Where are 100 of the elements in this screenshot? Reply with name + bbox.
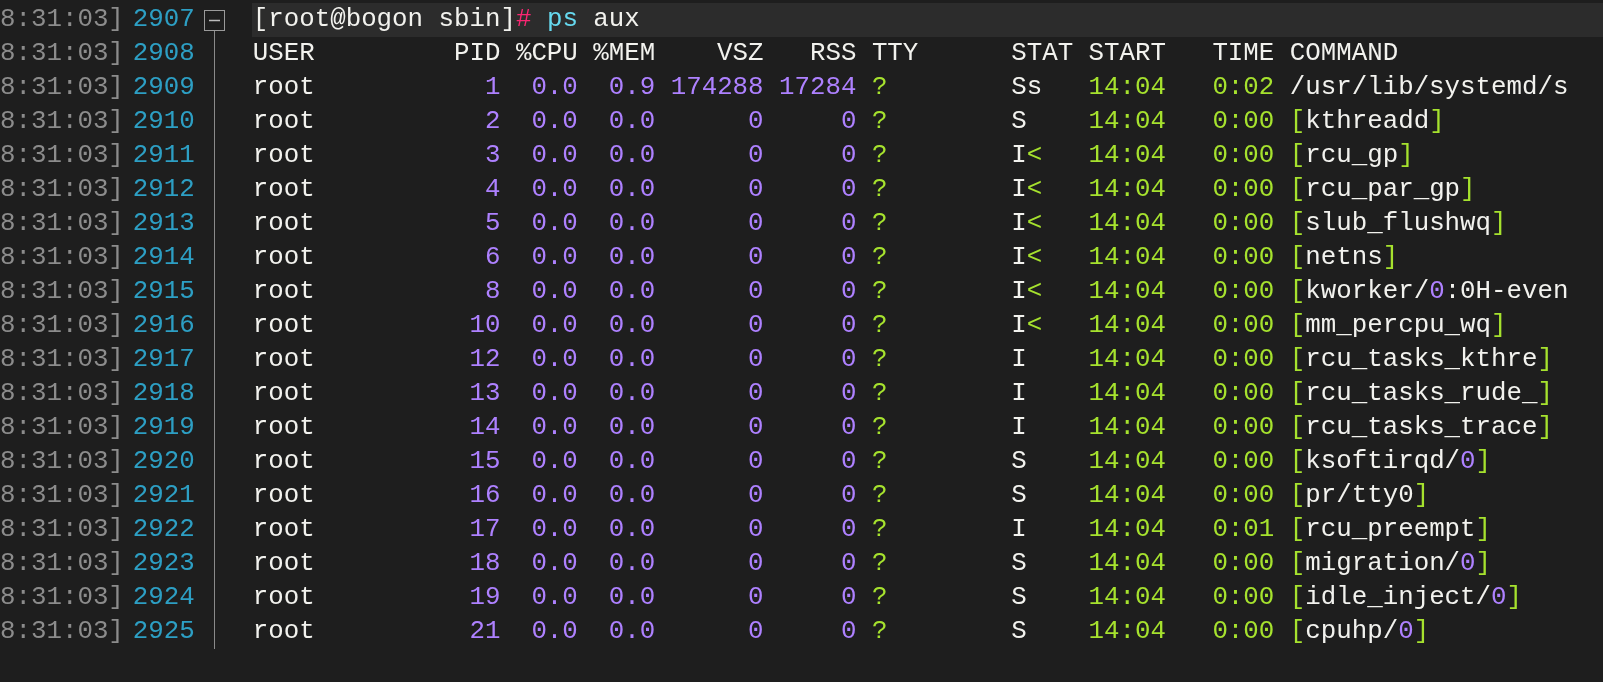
table-cell-text: 8 [483, 276, 501, 308]
table-cell-text: [netns] [1289, 242, 1399, 274]
table-cell-text: 10 [468, 310, 501, 342]
table-cell-text: ? [871, 616, 889, 648]
column-header: USER [252, 38, 316, 70]
timestamp: 8:31:03] [0, 548, 124, 580]
timestamp: 8:31:03] [0, 378, 124, 410]
table-cell-text: 14:04 [1088, 276, 1166, 308]
line-number: 2915 [132, 276, 195, 308]
collapse-icon[interactable] [203, 10, 225, 31]
table-cell-text: root [252, 344, 316, 376]
line-number: 2919 [132, 412, 195, 444]
table-cell-text: 0 [839, 378, 857, 410]
table-cell-text: 0:02 [1211, 72, 1275, 104]
table-cell-text: 5 [483, 208, 501, 240]
table-cell-text: 0.0 [607, 412, 656, 444]
table-cell-text: 0 [747, 208, 764, 240]
table-cell-text: ? [871, 310, 889, 342]
table-cell-text: 13 [468, 378, 501, 410]
table-cell-text: I [1011, 514, 1028, 546]
table-cell-text: 0.0 [530, 412, 578, 444]
timestamp: 8:31:03] [0, 174, 124, 206]
table-cell-text: S [1011, 106, 1028, 138]
timestamp: 8:31:03] [0, 38, 124, 70]
line-number: 2918 [132, 378, 195, 410]
table-cell-text: root [252, 582, 316, 614]
line-number: 2920 [132, 446, 195, 478]
table-cell-text: 0:00 [1211, 378, 1275, 410]
table-cell-text: root [252, 446, 316, 478]
table-cell-text: 0:00 [1211, 242, 1275, 274]
table-cell-text: 14:04 [1088, 378, 1166, 410]
timestamp: 8:31:03] [0, 412, 124, 444]
table-cell-text: 0.0 [530, 480, 578, 512]
table-cell-text: ? [871, 446, 889, 478]
line-number: 2911 [132, 140, 195, 172]
table-cell-text: I< [1011, 174, 1044, 206]
table-cell-text: 0.0 [607, 106, 656, 138]
column-header: RSS [808, 38, 857, 70]
table-cell-text: 0 [747, 582, 764, 614]
table-cell-text: 0:00 [1211, 480, 1275, 512]
table-cell-text: 0.0 [607, 208, 656, 240]
table-cell-text: root [252, 140, 316, 172]
line-number: 2912 [132, 174, 195, 206]
table-cell-text: I< [1011, 208, 1044, 240]
table-cell-text: ? [871, 276, 889, 308]
table-cell-text: [ksoftirqd/0] [1289, 446, 1492, 478]
table-cell-text: 0.0 [607, 446, 656, 478]
table-cell-text: 0:00 [1211, 616, 1275, 648]
table-cell-text: ? [871, 480, 889, 512]
table-cell-text: 0:00 [1211, 140, 1275, 172]
table-cell-text: 14:04 [1088, 140, 1166, 172]
table-cell-text: 14:04 [1088, 446, 1166, 478]
table-cell-text: 0 [747, 174, 764, 206]
table-cell-text: 0 [839, 242, 857, 274]
table-cell-text: [rcu_par_gp] [1289, 174, 1476, 206]
table-cell-text: ? [871, 514, 889, 546]
table-cell-text: [migration/0] [1289, 548, 1492, 580]
table-cell-text: 0:00 [1211, 310, 1275, 342]
table-cell-text: I [1011, 378, 1028, 410]
table-cell-text: 12 [468, 344, 501, 376]
table-cell-text: I< [1011, 310, 1044, 342]
table-cell-text: 2 [483, 106, 501, 138]
column-header: PID [454, 38, 501, 70]
table-cell-text: 0 [839, 548, 857, 580]
line-number: 2914 [132, 242, 195, 274]
command-line: [root@bogon sbin]# ps aux [252, 4, 640, 36]
table-cell-text: 1 [483, 72, 501, 104]
table-cell-text: 0:00 [1211, 174, 1275, 206]
table-cell-text: 0.0 [530, 276, 578, 308]
table-cell-text: 14:04 [1088, 310, 1166, 342]
table-cell-text: 14:04 [1088, 344, 1166, 376]
table-cell-text: 0.0 [530, 514, 578, 546]
table-cell-text: 0 [747, 106, 764, 138]
table-cell-text: 0 [747, 616, 764, 648]
table-cell-text: 0 [747, 344, 764, 376]
table-cell-text: root [252, 242, 316, 274]
table-cell-text: [idle_inject/0] [1289, 582, 1523, 614]
line-number: 2925 [132, 616, 195, 648]
table-cell-text: [kthreadd] [1289, 106, 1445, 138]
table-cell-text: 0:00 [1211, 208, 1275, 240]
column-header: VSZ [716, 38, 764, 70]
table-cell-text: 0:00 [1211, 276, 1275, 308]
table-cell-text: 0 [839, 208, 857, 240]
table-cell-text: ? [871, 344, 889, 376]
table-cell-text: 0 [747, 378, 764, 410]
table-cell-text: 0.0 [607, 548, 656, 580]
timestamp: 8:31:03] [0, 582, 124, 614]
table-cell-text: 0.0 [607, 378, 656, 410]
table-cell-text: 14:04 [1088, 174, 1166, 206]
table-cell-text: ? [871, 378, 889, 410]
table-cell-text: ? [871, 106, 889, 138]
table-cell-text: [mm_percpu_wq] [1289, 310, 1507, 342]
table-cell-text: root [252, 412, 316, 444]
column-header: START [1088, 38, 1166, 70]
table-cell-text: [cpuhp/0] [1289, 616, 1430, 648]
table-cell-text: 0 [747, 310, 764, 342]
table-cell-text: 17 [468, 514, 501, 546]
table-cell-text: S [1011, 446, 1028, 478]
line-number: 2923 [132, 548, 195, 580]
table-cell-text: 0 [747, 446, 764, 478]
